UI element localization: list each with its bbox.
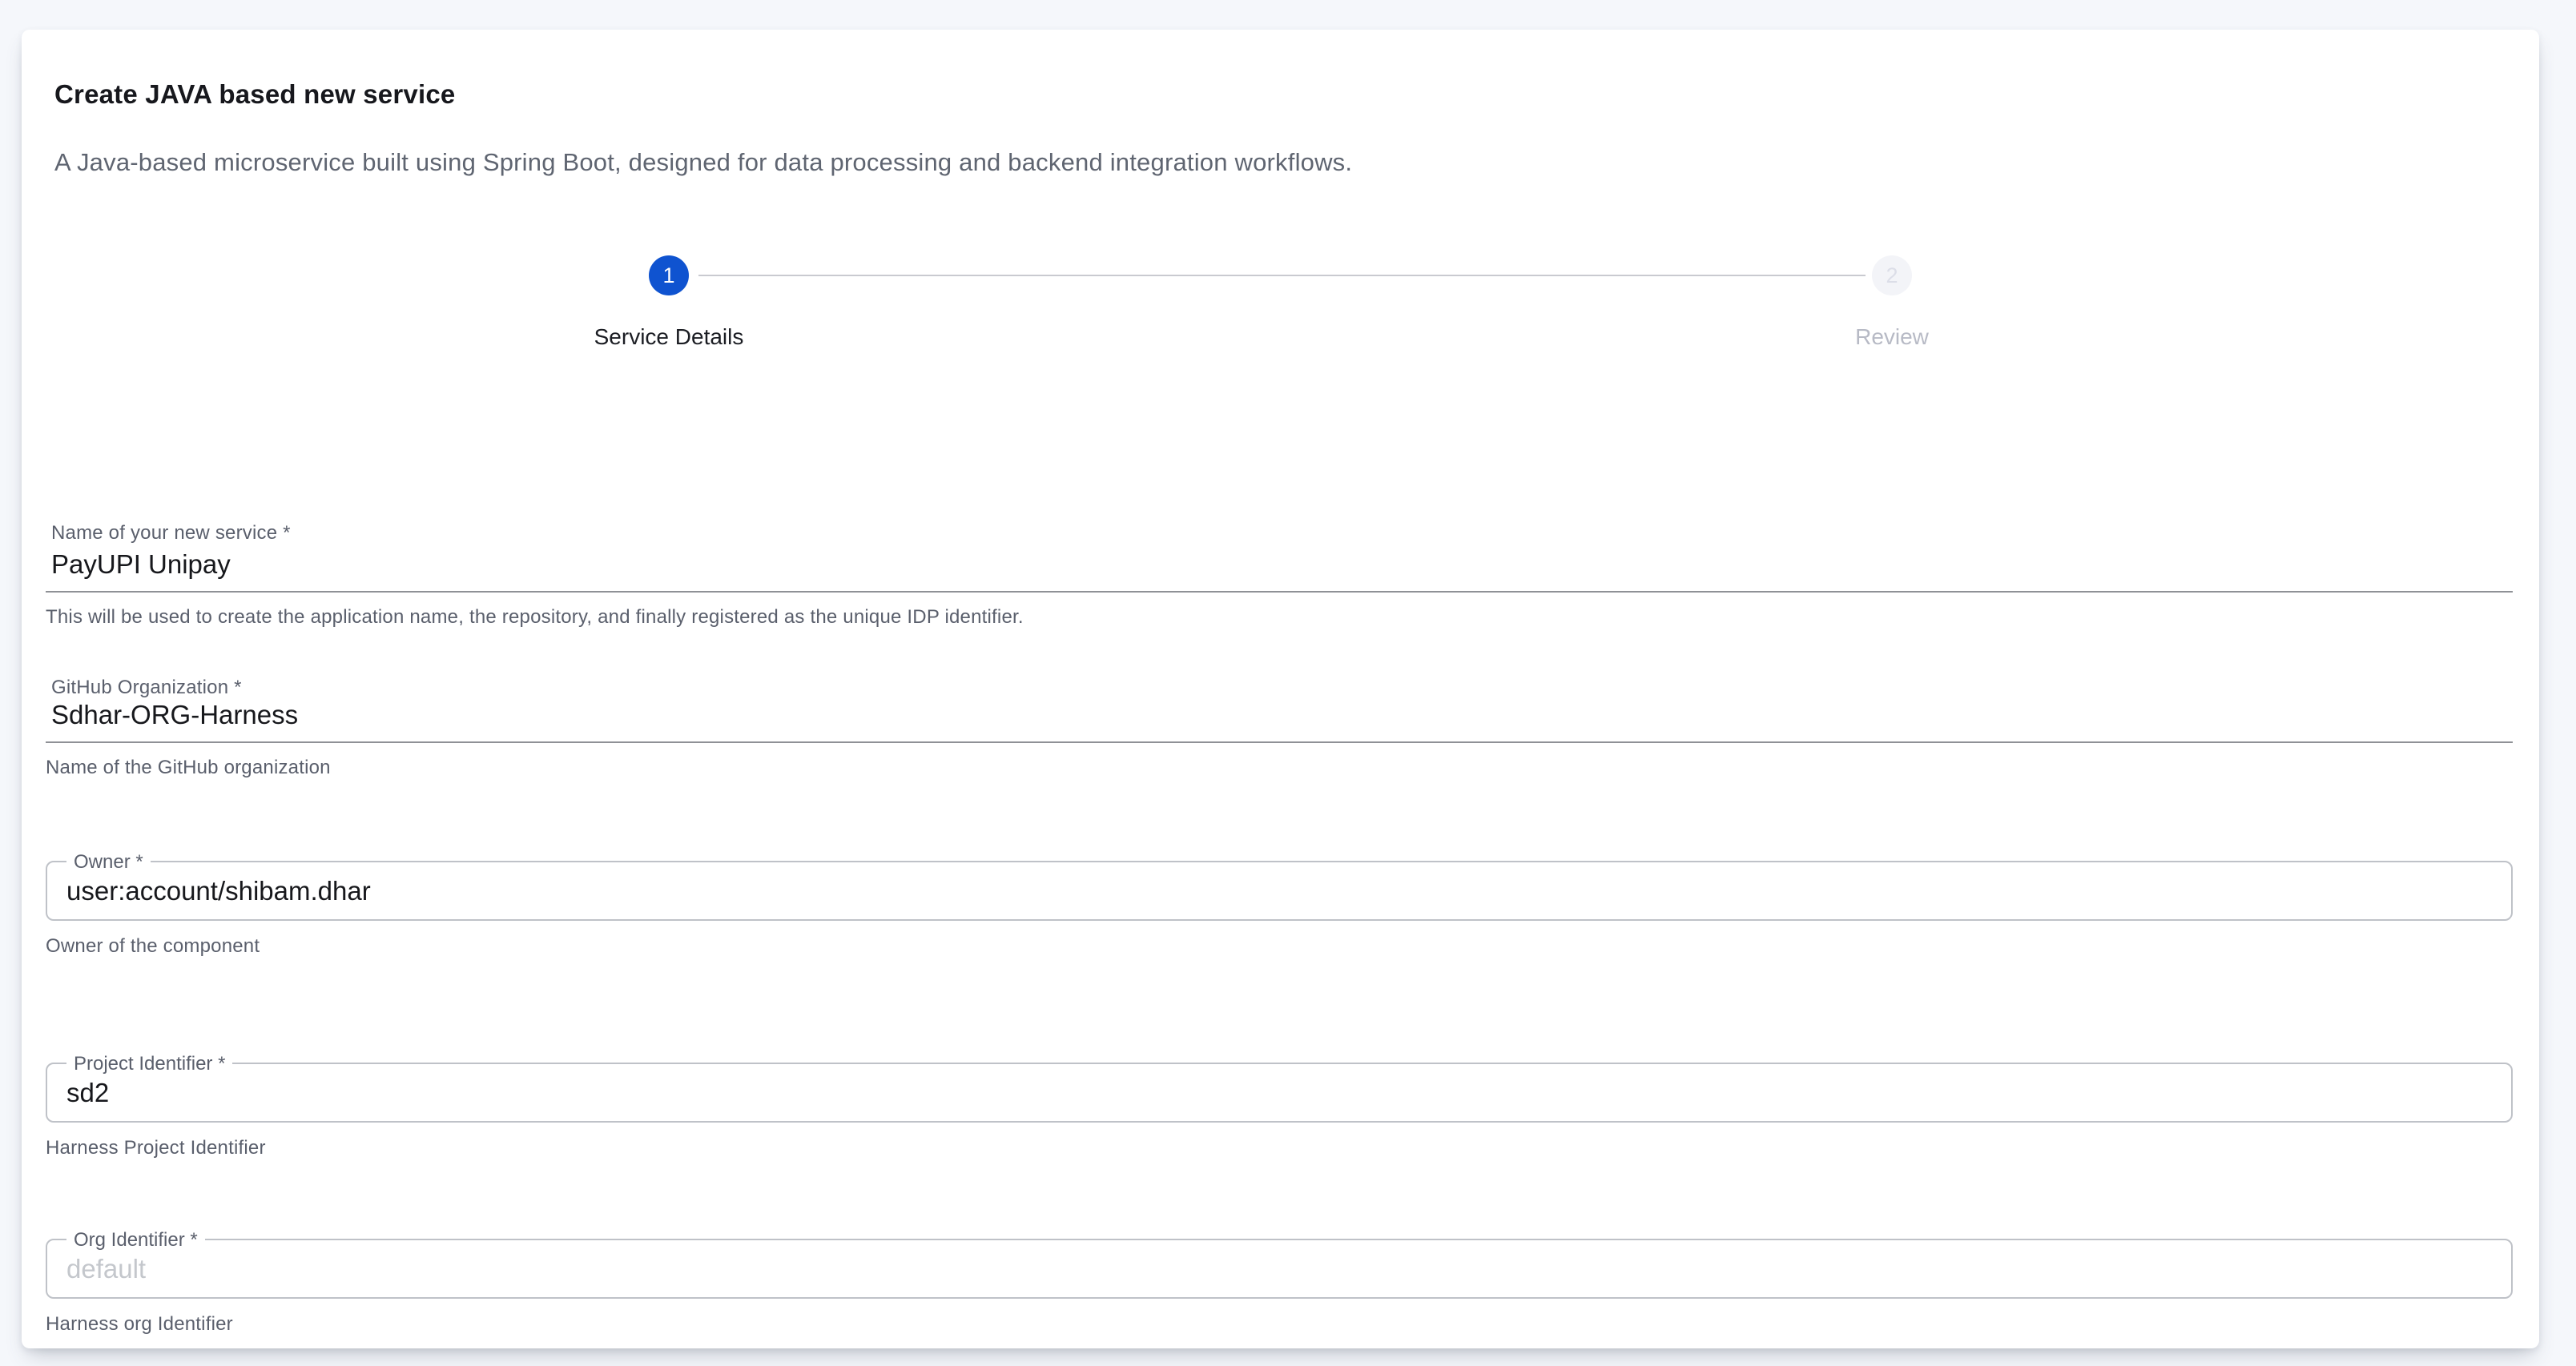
step-2-number: 2 bbox=[1886, 263, 1898, 288]
step-2-indicator: 2 bbox=[1872, 255, 1912, 295]
project-identifier-input[interactable] bbox=[47, 1064, 2511, 1121]
owner-helper: Owner of the component bbox=[46, 935, 260, 958]
service-name-label: Name of your new service * bbox=[51, 522, 291, 544]
page-title: Create JAVA based new service bbox=[54, 79, 455, 110]
project-identifier-helper: Harness Project Identifier bbox=[46, 1137, 266, 1159]
step-1-number: 1 bbox=[662, 263, 674, 288]
org-identifier-input[interactable] bbox=[47, 1240, 2511, 1297]
step-2-label: Review bbox=[1855, 324, 1929, 350]
stepper-connector bbox=[698, 275, 1866, 276]
step-1-label: Service Details bbox=[594, 324, 744, 350]
service-name-input[interactable] bbox=[46, 542, 2513, 593]
github-org-helper: Name of the GitHub organization bbox=[46, 757, 331, 779]
owner-input[interactable] bbox=[47, 862, 2511, 919]
project-identifier-field: Project Identifier * bbox=[46, 1063, 2513, 1123]
page-subtitle: A Java-based microservice built using Sp… bbox=[54, 148, 1352, 177]
org-identifier-label: Org Identifier * bbox=[66, 1229, 205, 1251]
owner-label: Owner * bbox=[66, 851, 151, 874]
service-name-helper: This will be used to create the applicat… bbox=[46, 606, 1024, 629]
github-org-input[interactable] bbox=[46, 693, 2513, 743]
step-1-indicator: 1 bbox=[649, 255, 689, 295]
project-identifier-label: Project Identifier * bbox=[66, 1053, 232, 1075]
create-service-card: Create JAVA based new service A Java-bas… bbox=[22, 30, 2539, 1348]
org-identifier-helper: Harness org Identifier bbox=[46, 1313, 233, 1336]
owner-field: Owner * bbox=[46, 861, 2513, 921]
org-identifier-field: Org Identifier * bbox=[46, 1239, 2513, 1299]
